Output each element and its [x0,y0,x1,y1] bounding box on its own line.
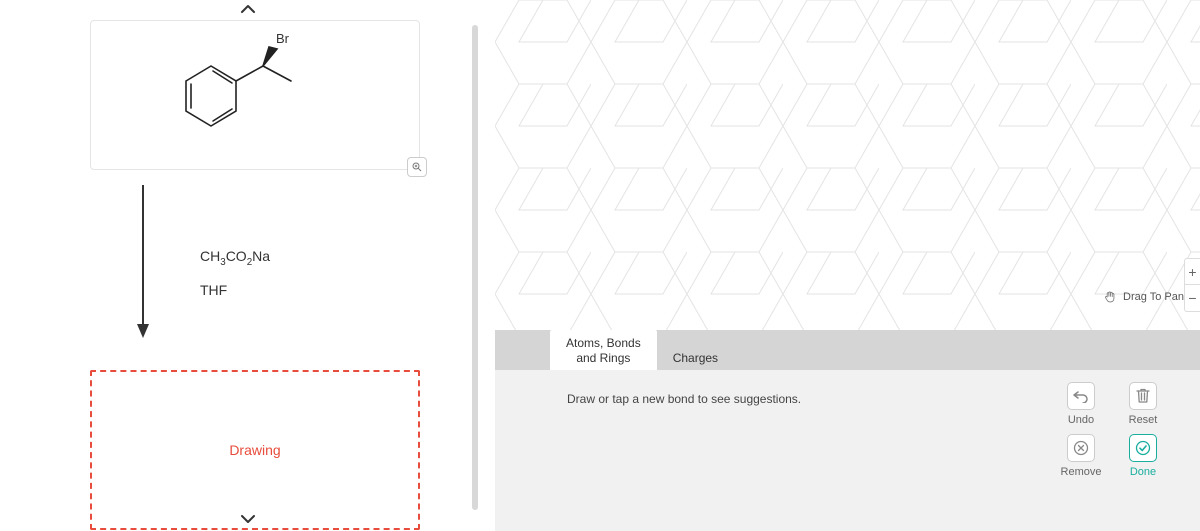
tool-tabs: Atoms, Bonds and Rings Charges [495,330,1200,370]
bromine-label: Br [276,31,289,46]
undo-label: Undo [1068,414,1094,426]
zoom-out-button[interactable]: − [1185,285,1200,311]
panel-divider[interactable] [472,25,478,510]
drawing-canvas[interactable]: Drag To Pan + − [495,0,1200,330]
zoom-in-button[interactable]: + [1185,259,1200,285]
drawing-panel: Drag To Pan + − Atoms, Bonds and Rings C… [495,0,1200,531]
drawing-target[interactable]: Drawing [90,370,420,530]
chevron-down-icon[interactable] [240,512,256,527]
undo-button[interactable]: Undo [1054,382,1108,426]
reactant-structure[interactable]: Br [90,20,420,170]
reset-button[interactable]: Reset [1116,382,1170,426]
check-circle-icon [1129,434,1157,462]
hex-grid [495,0,1200,330]
undo-icon [1067,382,1095,410]
chevron-up-icon[interactable] [240,2,256,17]
reagent-list: CH3CO2Na THF [200,248,270,312]
remove-button[interactable]: Remove [1054,434,1108,478]
suggestion-hint: Draw or tap a new bond to see suggestion… [567,392,801,406]
molecule-svg [91,21,421,171]
reset-label: Reset [1129,414,1158,426]
zoom-in-icon[interactable] [407,157,427,177]
reaction-arrow-icon [135,180,151,340]
grab-hand-icon [1103,290,1117,304]
tool-panel: Draw or tap a new bond to see suggestion… [495,370,1200,531]
question-panel: Br CH3CO2Na THF Drawing [0,0,495,531]
reagent-2: THF [200,282,270,298]
tab-atoms-bonds-rings[interactable]: Atoms, Bonds and Rings [550,330,657,370]
drawing-label: Drawing [229,442,280,458]
close-circle-icon [1067,434,1095,462]
reagent-1: CH3CO2Na [200,248,270,268]
action-buttons: Undo Reset Remove [1054,382,1170,478]
pan-label: Drag To Pan [1123,291,1184,303]
trash-icon [1129,382,1157,410]
tab-charges[interactable]: Charges [657,345,734,370]
zoom-controls: + − [1184,258,1200,312]
pan-hint: Drag To Pan [1103,290,1184,304]
done-button[interactable]: Done [1116,434,1170,478]
done-label: Done [1130,466,1156,478]
remove-label: Remove [1061,466,1102,478]
